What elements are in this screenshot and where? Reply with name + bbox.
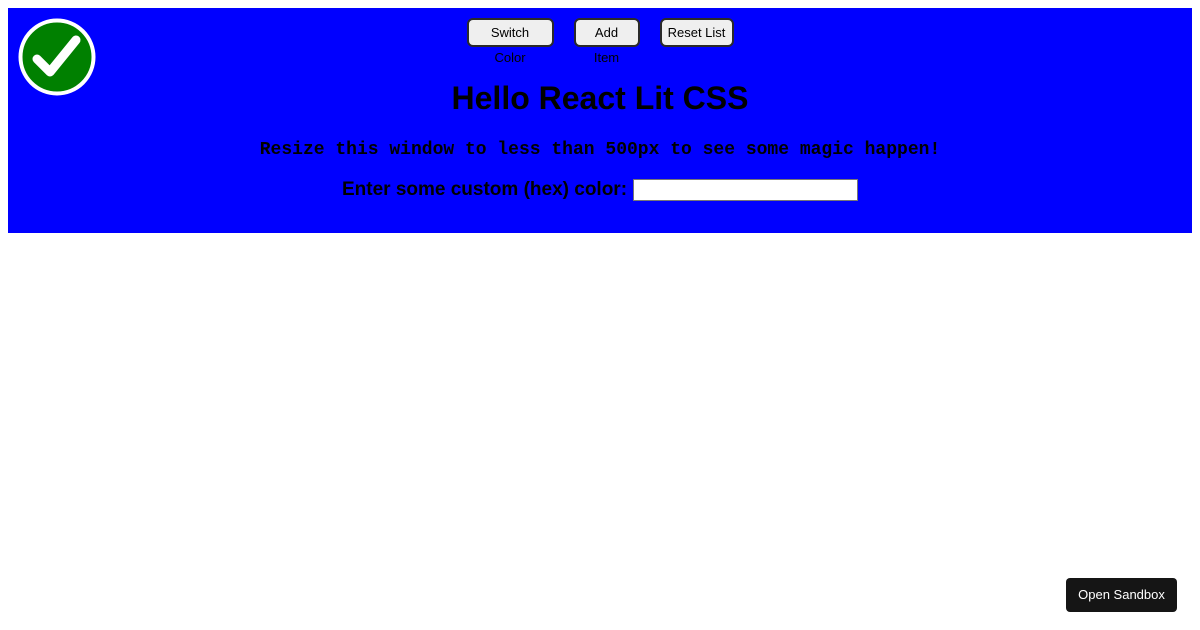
custom-color-label: Enter some custom (hex) color: (341, 179, 628, 200)
custom-color-row: Enter some custom (hex) color: (0, 178, 1200, 202)
open-sandbox-button[interactable]: Open Sandbox (1066, 578, 1177, 612)
add-item-button[interactable]: Add Item (573, 18, 640, 65)
switch-color-button[interactable]: Switch Color (466, 18, 554, 65)
custom-color-input[interactable] (633, 179, 859, 201)
resize-hint: Resize this window to less than 500px to… (259, 140, 941, 160)
reset-list-button[interactable]: Reset List (659, 18, 734, 47)
page: Switch Color Add Item Reset List Hello R… (0, 0, 1200, 630)
toolbar: Switch Color Add Item Reset List (0, 18, 1200, 65)
page-title: Hello React Lit CSS (451, 80, 749, 116)
